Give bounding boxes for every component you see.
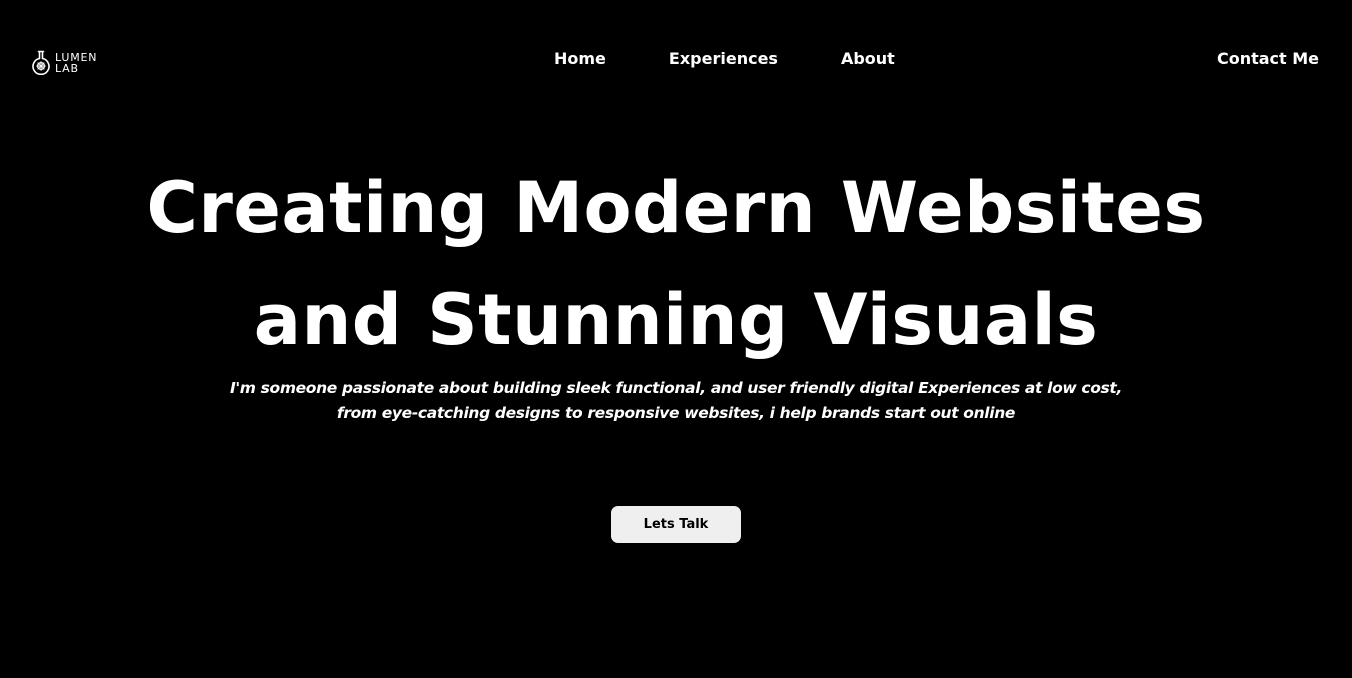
brand-logo[interactable]: LUMEN LAB bbox=[30, 49, 97, 75]
lab-flask-icon bbox=[32, 50, 50, 75]
hero-title-line1: Creating Modern Websites bbox=[146, 167, 1206, 249]
brand-name: LUMEN LAB bbox=[55, 52, 97, 74]
brand-line2: LAB bbox=[55, 61, 79, 75]
nav-link-home[interactable]: Home bbox=[554, 48, 606, 70]
brand-line1: LUMEN bbox=[55, 50, 98, 64]
nav-link-about[interactable]: About bbox=[841, 48, 895, 70]
main-nav: Home Experiences About bbox=[554, 48, 895, 70]
hero-title-line2: and Stunning Visuals bbox=[253, 279, 1099, 361]
nav-link-experiences[interactable]: Experiences bbox=[669, 48, 778, 70]
lets-talk-button[interactable]: Lets Talk bbox=[611, 506, 741, 543]
hero-subtitle: I'm someone passionate about building sl… bbox=[229, 379, 1122, 422]
contact-me-link[interactable]: Contact Me bbox=[1217, 48, 1319, 70]
hero-title: Creating Modern Websites and Stunning Vi… bbox=[0, 152, 1352, 376]
landing-page: LUMEN LAB Home Experiences About Contact… bbox=[0, 0, 1352, 678]
